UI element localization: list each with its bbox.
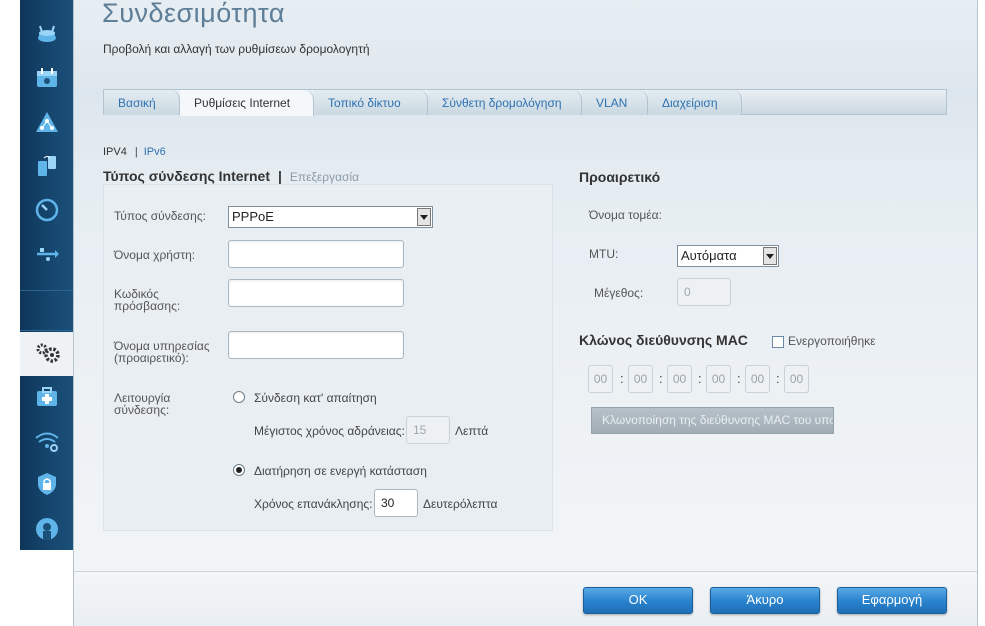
connection-panel: Τύπος σύνδεσης: PPPoE Όνομα χρήστη: Κωδι… bbox=[103, 184, 553, 531]
usb-icon[interactable] bbox=[20, 236, 73, 272]
mac-octet-2[interactable]: 00 bbox=[628, 365, 653, 393]
main-panel: Συνδεσιμότητα Προβολή και αλλαγή των ρυθ… bbox=[73, 0, 978, 626]
tab-administration[interactable]: Διαχείριση bbox=[648, 90, 742, 115]
wifi-gear-icon[interactable] bbox=[20, 423, 73, 459]
mac-octet-1[interactable]: 00 bbox=[588, 365, 613, 393]
mtu-size-label: Μέγεθος: bbox=[594, 286, 644, 300]
connection-type-select[interactable]: PPPoE bbox=[228, 206, 433, 228]
on-demand-label: Σύνδεση κατ' απαίτηση bbox=[254, 391, 377, 405]
parental-controls-icon[interactable] bbox=[20, 511, 73, 547]
page-title: Συνδεσιμότητα bbox=[102, 0, 285, 28]
ip-version-links: IPV4 | IPv6 bbox=[103, 146, 166, 158]
mac-clone-title: Κλώνος διεύθυνσης MAC bbox=[579, 332, 748, 348]
keep-alive-radio[interactable] bbox=[233, 464, 245, 476]
mac-colon: : bbox=[776, 371, 780, 386]
network-map-icon[interactable] bbox=[20, 104, 73, 140]
cancel-button[interactable]: Άκυρο bbox=[710, 587, 820, 614]
mtu-size-input[interactable]: 0 bbox=[677, 278, 731, 306]
redial-unit: Δευτερόλεπτα bbox=[423, 497, 498, 511]
router-icon[interactable] bbox=[20, 17, 73, 53]
service-name-field[interactable] bbox=[228, 331, 404, 359]
connection-title: Τύπος σύνδεσης Internet bbox=[103, 168, 270, 184]
mac-clone-enable-checkbox[interactable] bbox=[772, 336, 784, 348]
first-aid-icon[interactable] bbox=[20, 379, 73, 415]
max-idle-input[interactable]: 15 bbox=[406, 416, 450, 444]
connection-type-value: PPPoE bbox=[232, 209, 274, 224]
ipv-separator: | bbox=[134, 146, 138, 158]
connection-section-title: Τύπος σύνδεσης Internet | Επεξεργασία bbox=[103, 168, 359, 184]
mac-octet-3[interactable]: 00 bbox=[667, 365, 692, 393]
mac-colon: : bbox=[698, 371, 702, 386]
tab-vlan[interactable]: VLAN bbox=[582, 90, 648, 115]
mac-colon: : bbox=[659, 371, 663, 386]
mac-octet-4[interactable]: 00 bbox=[706, 365, 731, 393]
username-label: Όνομα χρήστη: bbox=[114, 248, 196, 262]
mac-octet-5[interactable]: 00 bbox=[745, 365, 770, 393]
mtu-value: Αυτόματα bbox=[681, 248, 737, 263]
header: Συνδεσιμότητα Προβολή και αλλαγή των ρυθ… bbox=[74, 0, 977, 88]
mtu-label: MTU: bbox=[589, 247, 619, 261]
password-field[interactable] bbox=[228, 279, 404, 307]
redial-label: Χρόνος επανάκλησης: bbox=[254, 497, 373, 511]
ipv4-link[interactable]: IPV4 bbox=[103, 146, 127, 158]
username-field[interactable] bbox=[228, 240, 404, 268]
ipv6-link[interactable]: IPv6 bbox=[144, 146, 166, 158]
max-idle-label: Μέγιστος χρόνος αδράνειας: bbox=[254, 424, 405, 438]
password-label: Κωδικός πρόσβασης: bbox=[114, 287, 181, 313]
apply-button[interactable]: Εφαρμογή bbox=[837, 587, 947, 614]
calendar-icon[interactable] bbox=[20, 60, 73, 96]
chevron-down-icon bbox=[417, 208, 431, 226]
gear-icon bbox=[34, 340, 64, 369]
sidebar-nav bbox=[20, 0, 91, 550]
tab-bar: Βασική Ρυθμίσεις Internet Τοπικό δίκτυο … bbox=[103, 89, 947, 116]
redial-input[interactable]: 30 bbox=[374, 489, 418, 517]
chevron-down-icon bbox=[763, 247, 777, 265]
on-demand-radio[interactable] bbox=[233, 391, 245, 403]
title-separator: | bbox=[278, 168, 282, 184]
connection-type-label: Τύπος σύνδεσης: bbox=[114, 209, 206, 223]
page-subtitle: Προβολή και αλλαγή των ρυθμίσεων δρομολο… bbox=[103, 42, 370, 56]
edit-link[interactable]: Επεξεργασία bbox=[290, 170, 359, 184]
connection-mode-label: Λειτουργία σύνδεσης: bbox=[114, 391, 171, 417]
clone-mac-button[interactable]: Κλωνοποίηση της διεύθυνσης MAC του υπολο… bbox=[591, 407, 834, 434]
optional-title: Προαιρετικό bbox=[579, 169, 661, 185]
mac-clone-enable-label: Ενεργοποιήθηκε bbox=[788, 334, 876, 348]
service-name-label: Όνομα υπηρεσίας (προαιρετικό): bbox=[114, 339, 210, 365]
tab-advanced-routing[interactable]: Σύνθετη δρομολόγηση bbox=[428, 90, 582, 115]
security-shield-icon[interactable] bbox=[20, 466, 73, 502]
tab-internet-settings[interactable]: Ρυθμίσεις Internet bbox=[180, 90, 314, 116]
max-idle-unit: Λεπτά bbox=[455, 424, 489, 438]
mac-octet-6[interactable]: 00 bbox=[784, 365, 809, 393]
ok-button[interactable]: OK bbox=[583, 587, 693, 614]
speedometer-icon[interactable] bbox=[20, 192, 73, 228]
tab-local-network[interactable]: Τοπικό δίκτυο bbox=[314, 90, 428, 115]
tab-basic[interactable]: Βασική bbox=[104, 90, 180, 115]
domain-name-label: Όνομα τομέα: bbox=[589, 208, 662, 222]
devices-icon[interactable] bbox=[20, 148, 73, 184]
mtu-select[interactable]: Αυτόματα bbox=[677, 245, 779, 267]
mac-colon: : bbox=[620, 371, 624, 386]
keep-alive-label: Διατήρηση σε ενεργή κατάσταση bbox=[254, 464, 427, 478]
mac-colon: : bbox=[737, 371, 741, 386]
